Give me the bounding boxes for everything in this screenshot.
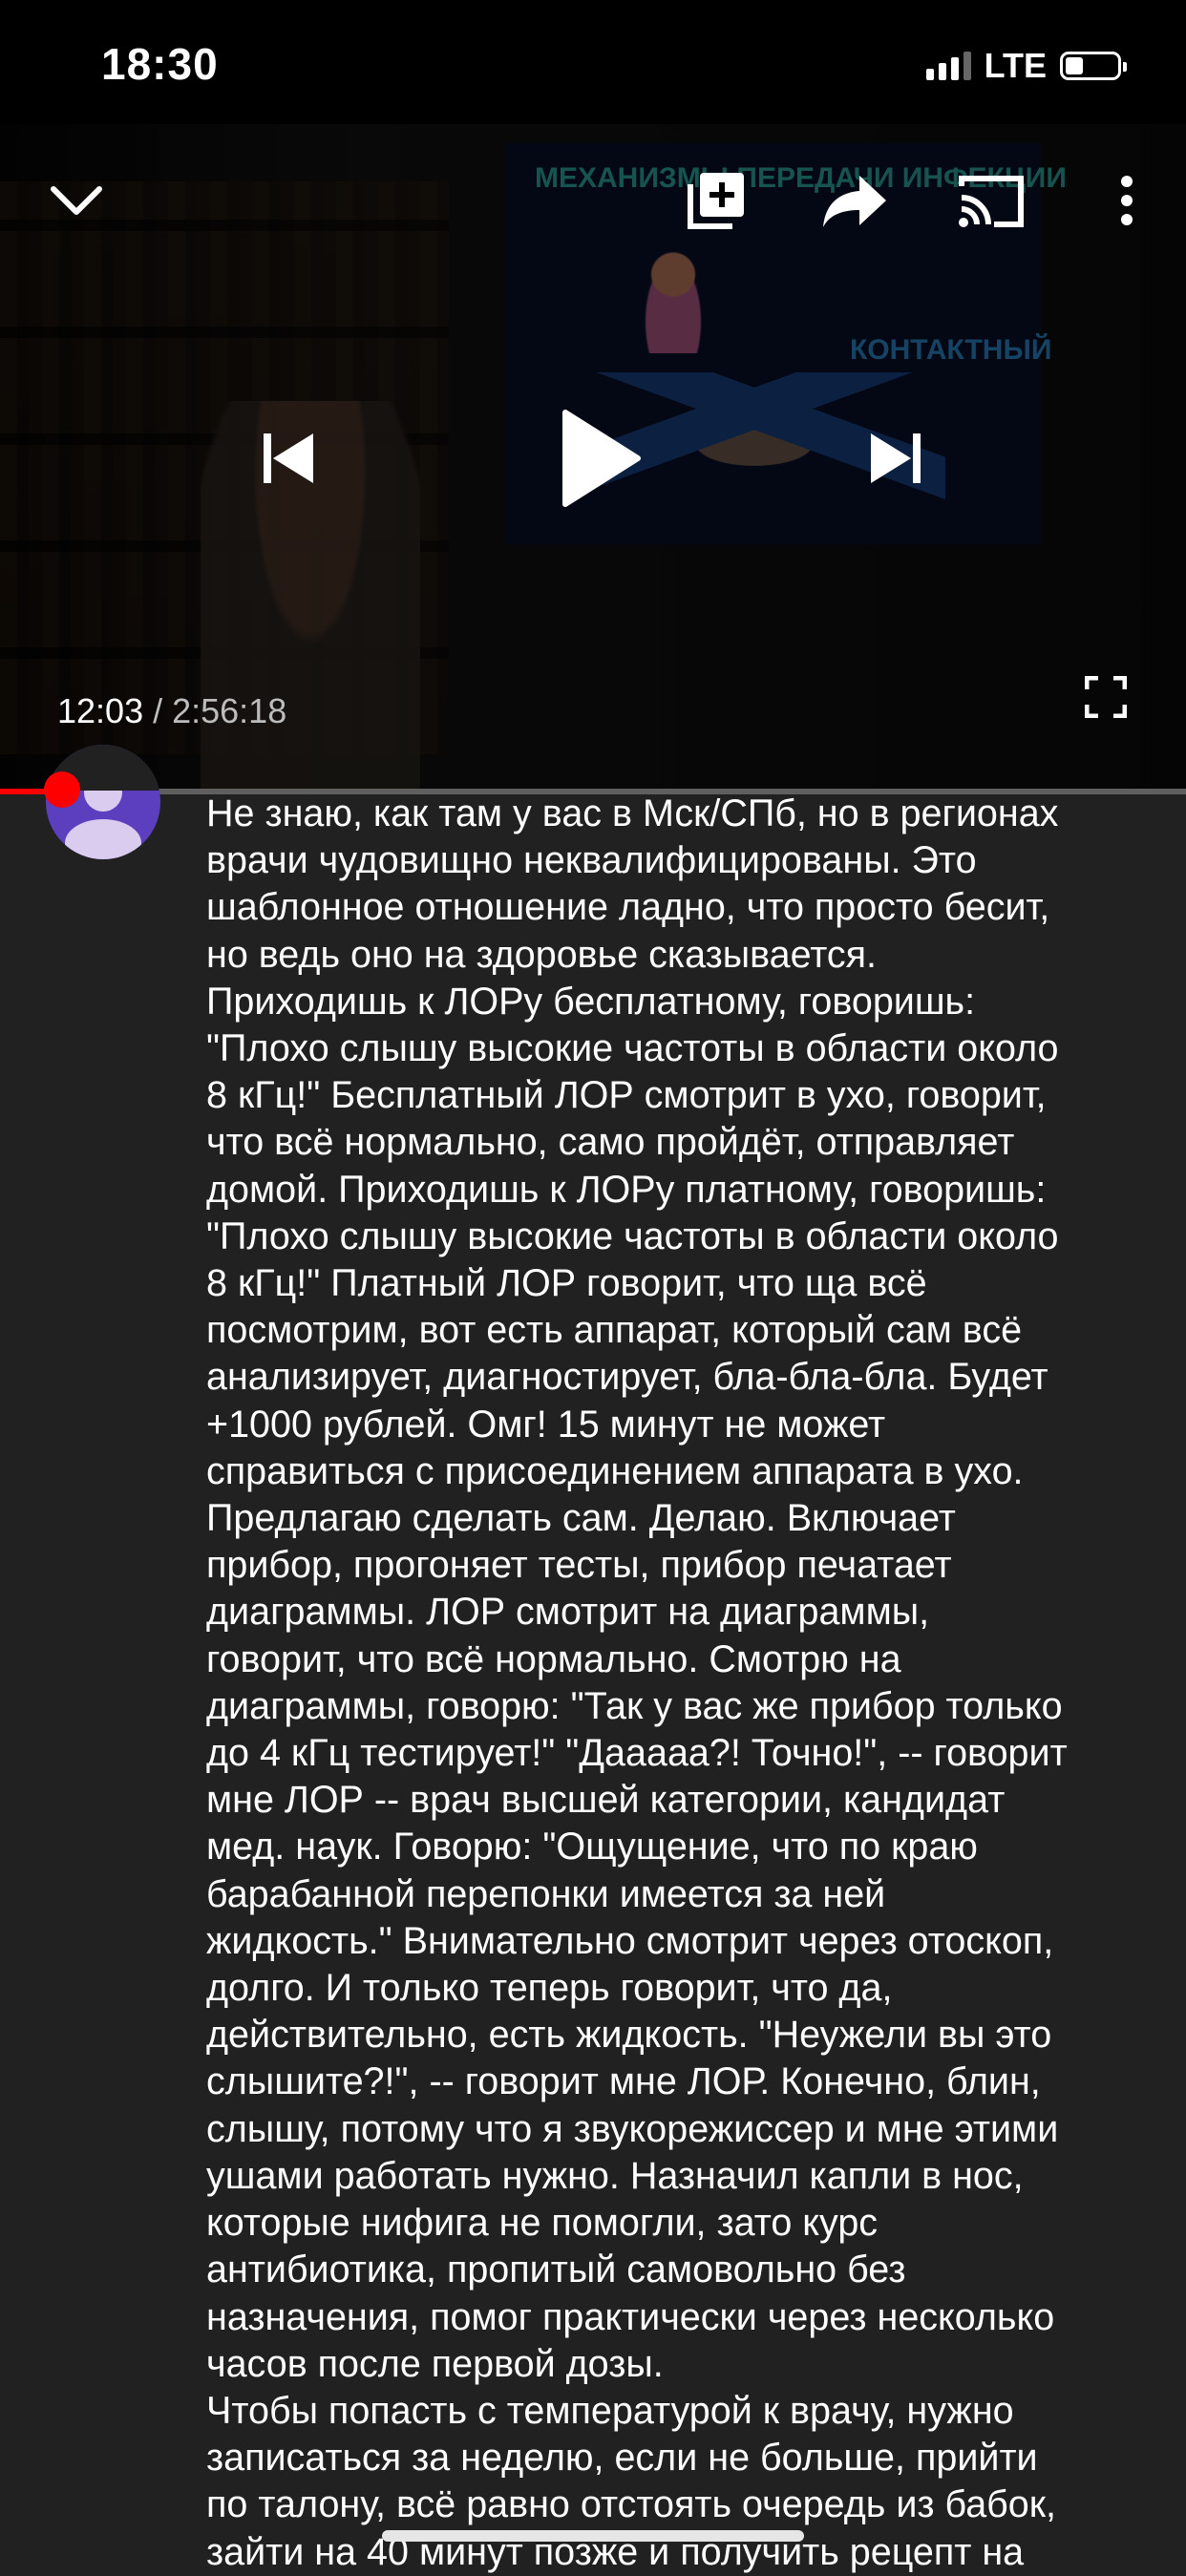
fullscreen-icon[interactable] (1077, 668, 1134, 726)
signal-strength-icon (925, 52, 971, 80)
battery-icon (1060, 52, 1127, 80)
skip-previous-icon[interactable] (250, 420, 327, 496)
video-player[interactable]: МЕХАНИЗМЫ ПЕРЕДАЧИ ИНФЕКЦИИ КОНТАКТНЫЙ 1… (0, 124, 1186, 789)
current-time: 12:03 (57, 691, 144, 730)
status-bar: 18:30 LTE (0, 0, 1186, 124)
status-indicators: LTE (925, 46, 1127, 86)
home-indicator[interactable] (382, 2530, 804, 2542)
chevron-down-icon[interactable] (38, 162, 115, 239)
comment-text: Не знаю, как там у вас в Мск/СПб, но в р… (206, 792, 1068, 2573)
play-icon[interactable] (544, 396, 659, 520)
status-time: 18:30 (101, 39, 219, 89)
skip-next-icon[interactable] (858, 420, 934, 496)
more-vertical-icon[interactable] (1098, 162, 1155, 239)
add-to-playlist-icon[interactable] (678, 162, 754, 239)
total-duration: / 2:56:18 (143, 691, 287, 730)
cast-icon[interactable] (953, 162, 1029, 239)
network-type: LTE (984, 46, 1047, 85)
share-icon[interactable] (816, 162, 893, 239)
time-display: 12:03 / 2:56:18 (57, 691, 286, 731)
